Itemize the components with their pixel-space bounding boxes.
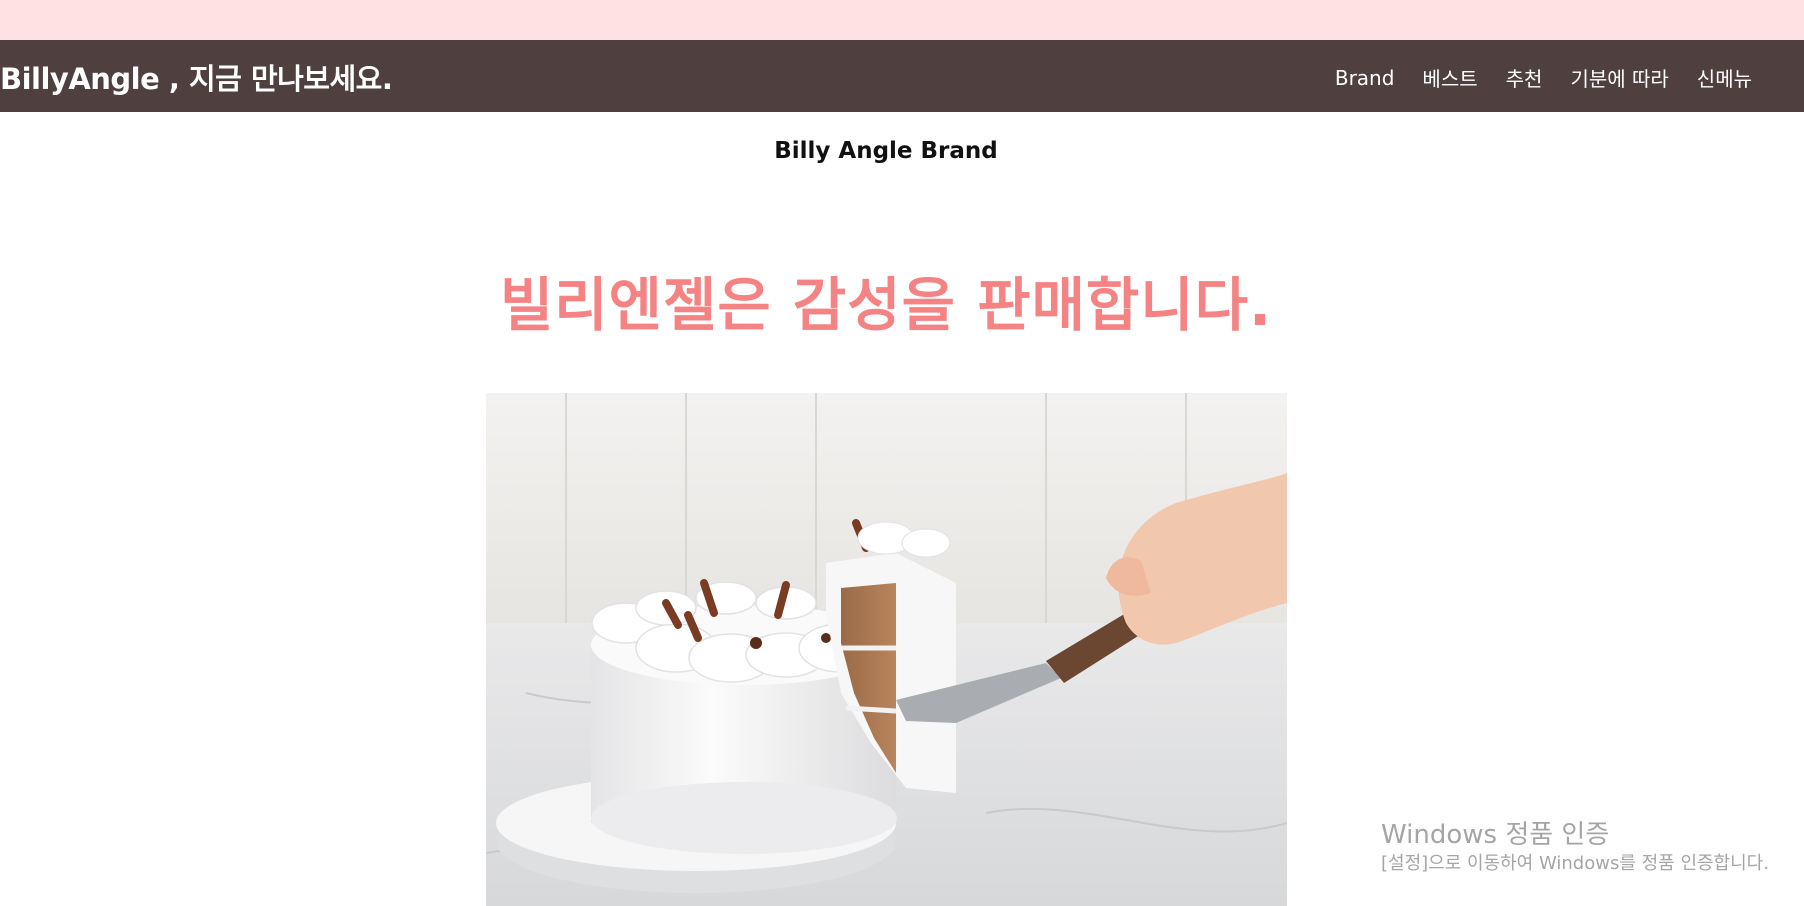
watermark-title: Windows 정품 인증	[1381, 820, 1610, 850]
watermark-subtitle: [설정]으로 이동하여 Windows를 정품 인증합니다.	[1381, 853, 1769, 874]
navbar: BillyAngle , 지금 만나보세요. Brand 베스트 추천 기분에 …	[0, 40, 1804, 112]
top-banner-strip	[0, 0, 1804, 40]
nav-item-mood[interactable]: 기분에 따라	[1570, 63, 1668, 92]
nav-item-brand[interactable]: Brand	[1335, 66, 1395, 90]
section-label: Billy Angle Brand	[774, 138, 998, 164]
nav-item-best[interactable]: 베스트	[1422, 63, 1477, 92]
hero-cake-image	[486, 393, 1287, 906]
nav-item-recommend[interactable]: 추천	[1506, 63, 1543, 92]
page-headline: 빌리엔젤은 감성을 판매합니다.	[499, 271, 1273, 339]
nav-item-new-menu[interactable]: 신메뉴	[1697, 63, 1752, 92]
windows-activation-watermark: Windows 정품 인증 [설정]으로 이동하여 Windows를 정품 인증…	[1381, 818, 1769, 876]
nav-menu: Brand 베스트 추천 기분에 따라 신메뉴	[1335, 63, 1752, 92]
cake-illustration-icon	[486, 393, 1287, 906]
brand-slogan[interactable]: BillyAngle , 지금 만나보세요.	[0, 56, 393, 98]
